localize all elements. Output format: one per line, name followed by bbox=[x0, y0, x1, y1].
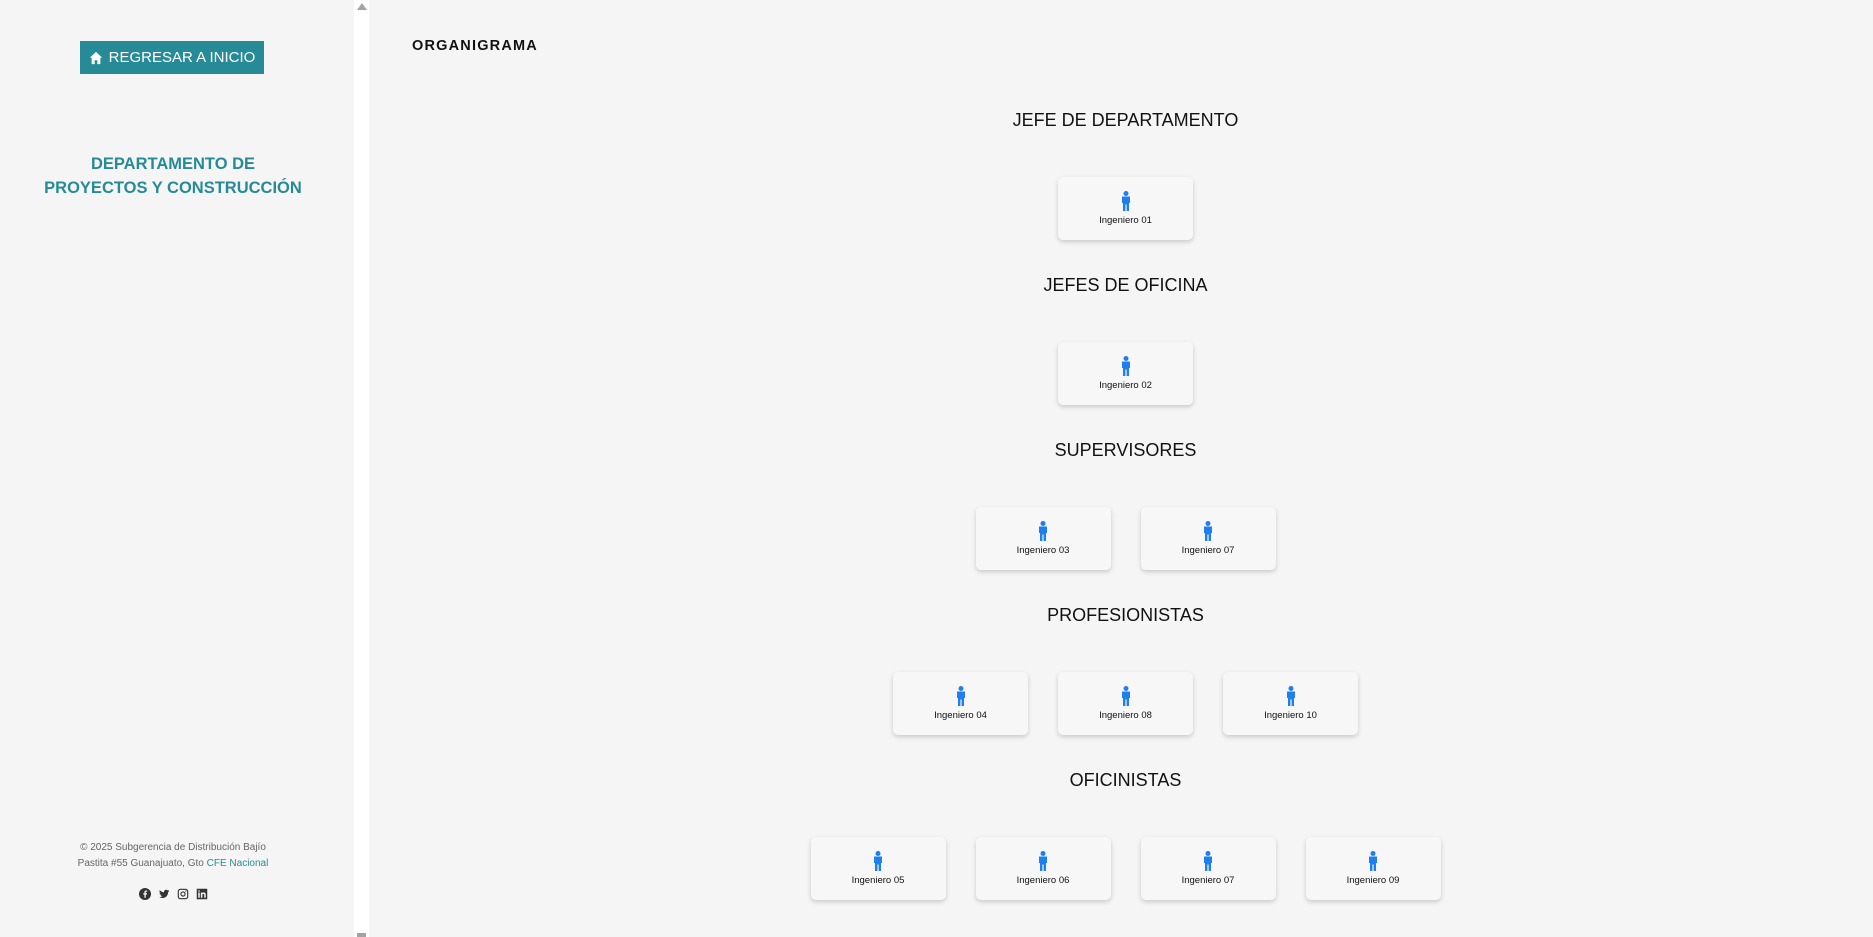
department-title-line2: PROYECTOS Y CONSTRUCCIÓN bbox=[44, 179, 302, 197]
person-icon bbox=[956, 686, 965, 706]
employee-card[interactable]: Ingeniero 04 bbox=[893, 672, 1028, 735]
person-icon bbox=[1204, 521, 1212, 541]
department-title-line1: DEPARTAMENTO DE bbox=[90, 155, 256, 173]
home-icon bbox=[89, 51, 102, 64]
scroll-up-arrow-icon[interactable] bbox=[357, 3, 367, 10]
employee-name: Ingeniero 08 bbox=[1099, 710, 1152, 721]
sidebar: REGRESAR A INICIO DEPARTAMENTO DE PROYEC… bbox=[0, 0, 354, 937]
social-links bbox=[0, 887, 346, 900]
linkedin-icon[interactable] bbox=[196, 887, 208, 900]
twitter-icon[interactable] bbox=[158, 887, 170, 899]
home-button-label: REGRESAR A INICIO bbox=[108, 49, 256, 66]
employee-name: Ingeniero 05 bbox=[851, 875, 905, 886]
employee-name: Ingeniero 09 bbox=[1346, 875, 1400, 886]
main-content: ORGANIGRAMA JEFE DE DEPARTAMENTO Ingenie… bbox=[369, 0, 1873, 937]
person-icon bbox=[1204, 851, 1212, 871]
employee-card[interactable]: Ingeniero 07 bbox=[1140, 837, 1276, 900]
employee-name: Ingeniero 03 bbox=[1016, 545, 1070, 556]
person-icon bbox=[1121, 191, 1130, 211]
section-row-profesionistas: Ingeniero 04 Ingeniero 08 Ingeniero 10 bbox=[369, 672, 1873, 735]
employee-name: Ingeniero 02 bbox=[1099, 380, 1152, 391]
employee-card[interactable]: Ingeniero 07 bbox=[1140, 507, 1276, 570]
employee-card[interactable]: Ingeniero 09 bbox=[1305, 837, 1441, 900]
footer-address: Pastita #55 Guanajuato, Gto bbox=[77, 858, 204, 869]
person-icon bbox=[1369, 851, 1377, 871]
section-title-oficinistas: OFICINISTAS bbox=[1069, 770, 1182, 790]
home-button[interactable]: REGRESAR A INICIO bbox=[80, 41, 264, 74]
employee-card[interactable]: Ingeniero 06 bbox=[975, 837, 1111, 900]
employee-card[interactable]: Ingeniero 01 bbox=[1058, 177, 1193, 240]
person-icon bbox=[1039, 521, 1047, 541]
section-title-supervisores: SUPERVISORES bbox=[1054, 440, 1197, 460]
section-title-profesionistas: PROFESIONISTAS bbox=[1047, 605, 1204, 625]
instagram-icon[interactable] bbox=[177, 887, 189, 900]
section-row-supervisores: Ingeniero 03 Ingeniero 07 bbox=[369, 507, 1873, 570]
person-icon bbox=[874, 851, 882, 871]
employee-card[interactable]: Ingeniero 02 bbox=[1058, 342, 1193, 405]
employee-name: Ingeniero 07 bbox=[1181, 545, 1235, 556]
facebook-icon[interactable] bbox=[138, 887, 151, 900]
employee-card[interactable]: Ingeniero 10 bbox=[1223, 672, 1358, 735]
section-row-oficinistas: Ingeniero 05 Ingeniero 06 Ingeniero 07 I… bbox=[369, 837, 1873, 900]
employee-card[interactable]: Ingeniero 08 bbox=[1058, 672, 1193, 735]
scroll-down-arrow-icon[interactable] bbox=[357, 933, 366, 937]
person-icon bbox=[1121, 356, 1130, 376]
section-title-jefes-oficina: JEFES DE OFICINA bbox=[1043, 275, 1208, 295]
employee-name: Ingeniero 04 bbox=[934, 710, 987, 721]
footer-address-line: Pastita #55 Guanajuato, Gto CFE Nacional bbox=[20, 856, 326, 872]
employee-name: Ingeniero 01 bbox=[1099, 215, 1152, 226]
employee-card[interactable]: Ingeniero 05 bbox=[810, 837, 946, 900]
employee-name: Ingeniero 06 bbox=[1016, 875, 1070, 886]
employee-name: Ingeniero 10 bbox=[1264, 710, 1317, 721]
scrollbar[interactable] bbox=[354, 0, 369, 937]
section-row-jefes-oficina: Ingeniero 02 bbox=[369, 342, 1873, 405]
section-title-jefe-departamento: JEFE DE DEPARTAMENTO bbox=[1012, 110, 1239, 130]
page-title: ORGANIGRAMA bbox=[412, 38, 538, 54]
employee-name: Ingeniero 07 bbox=[1181, 875, 1235, 886]
person-icon bbox=[1039, 851, 1047, 871]
footer-copyright: © 2025 Subgerencia de Distribución Bajío bbox=[80, 842, 266, 853]
person-icon bbox=[1121, 686, 1130, 706]
employee-card[interactable]: Ingeniero 03 bbox=[975, 507, 1111, 570]
footer: © 2025 Subgerencia de Distribución Bajío… bbox=[20, 840, 326, 872]
department-title: DEPARTAMENTO DE PROYECTOS Y CONSTRUCCIÓN bbox=[20, 152, 326, 200]
person-icon bbox=[1286, 686, 1295, 706]
section-row-jefe-departamento: Ingeniero 01 bbox=[369, 177, 1873, 240]
cfe-nacional-link[interactable]: CFE Nacional bbox=[207, 858, 269, 869]
